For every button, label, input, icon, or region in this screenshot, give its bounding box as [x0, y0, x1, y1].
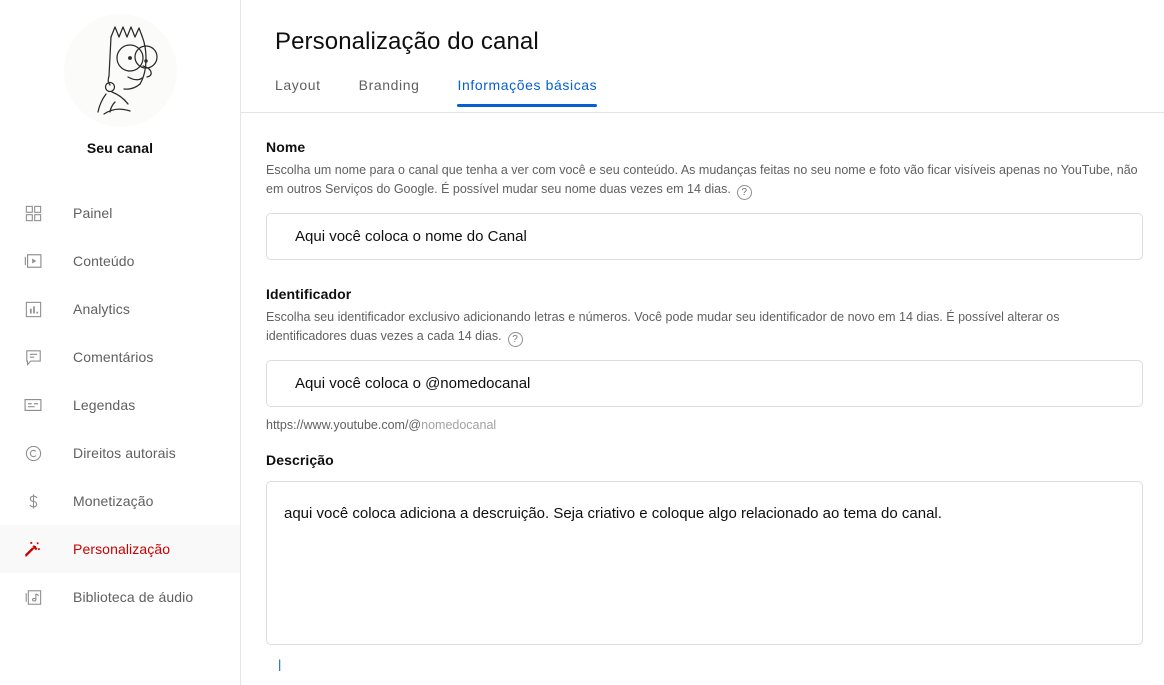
channel-summary: Seu canal [0, 0, 240, 156]
tab-branding[interactable]: Branding [359, 77, 420, 106]
channel-url-prefix: https://www.youtube.com/@ [266, 418, 422, 432]
name-description-text: Escolha um nome para o canal que tenha a… [266, 163, 1138, 196]
sidebar-item-legendas[interactable]: Legendas [0, 381, 240, 429]
sidebar-item-label: Legendas [73, 397, 136, 413]
basic-info-form: Nome Escolha um nome para o canal que te… [241, 113, 1164, 671]
sidebar-item-monetizacao[interactable]: Monetização [0, 477, 240, 525]
bart-simpson-sketch-avatar [96, 26, 158, 115]
handle-label: Identificador [266, 286, 352, 302]
description-textarea[interactable]: aqui você coloca adiciona a descruição. … [266, 481, 1143, 645]
sidebar-nav: Painel Conteúdo Analytics Comentários Le… [0, 189, 240, 621]
sidebar-item-label: Direitos autorais [73, 445, 176, 461]
handle-description-text: Escolha seu identificador exclusivo adic… [266, 310, 1060, 343]
dashboard-icon [21, 201, 45, 225]
tab-bar: Layout Branding Informações básicas [241, 77, 1164, 113]
youtube-studio-app: Seu canal Painel Conteúdo Analytics Come… [0, 0, 1164, 685]
music-note-icon [21, 585, 45, 609]
name-description: Escolha um nome para o canal que tenha a… [266, 161, 1143, 200]
tab-informacoes-basicas[interactable]: Informações básicas [457, 77, 598, 107]
avatar[interactable] [63, 14, 177, 127]
sidebar-item-label: Analytics [73, 301, 130, 317]
sidebar-item-comentarios[interactable]: Comentários [0, 333, 240, 381]
subtitles-icon [21, 393, 45, 417]
description-label: Descrição [266, 452, 334, 468]
below-fold-content: | [278, 657, 282, 671]
page-title: Personalização do canal [275, 28, 539, 55]
sidebar-item-analytics[interactable]: Analytics [0, 285, 240, 333]
video-play-icon [21, 249, 45, 273]
comment-icon [21, 345, 45, 369]
channel-name: Seu canal [86, 140, 154, 156]
handle-section: Identificador Escolha seu identificador … [266, 286, 1143, 432]
help-circle-icon[interactable]: ? [507, 332, 523, 347]
sidebar-item-painel[interactable]: Painel [0, 189, 240, 237]
sidebar: Seu canal Painel Conteúdo Analytics Come… [0, 0, 241, 685]
sidebar-item-label: Personalização [73, 541, 171, 557]
main-content: Personalização do canal Layout Branding … [241, 0, 1164, 685]
dollar-icon [21, 489, 45, 513]
sidebar-item-label: Conteúdo [73, 253, 135, 269]
sidebar-item-label: Painel [73, 205, 113, 221]
tab-layout[interactable]: Layout [275, 77, 321, 106]
sidebar-item-label: Biblioteca de áudio [73, 589, 194, 605]
sidebar-item-personalizacao[interactable]: Personalização [0, 525, 240, 573]
description-section: Descrição aqui você coloca adiciona a de… [266, 452, 1143, 645]
copyright-icon [21, 441, 45, 465]
sidebar-item-biblioteca-de-audio[interactable]: Biblioteca de áudio [0, 573, 240, 621]
bar-chart-icon [21, 297, 45, 321]
name-label: Nome [266, 139, 306, 155]
name-input[interactable]: Aqui você coloca o nome do Canal [266, 213, 1143, 260]
magic-wand-icon [21, 537, 45, 561]
channel-url-handle: nomedocanal [421, 418, 497, 432]
sidebar-item-direitos-autorais[interactable]: Direitos autorais [0, 429, 240, 477]
handle-input[interactable]: Aqui você coloca o @nomedocanal [266, 360, 1143, 407]
handle-description: Escolha seu identificador exclusivo adic… [266, 308, 1143, 347]
channel-url: https://www.youtube.com/@nomedocanal [266, 418, 1143, 432]
sidebar-item-label: Monetização [73, 493, 154, 509]
name-section: Nome Escolha um nome para o canal que te… [266, 139, 1143, 260]
help-circle-icon[interactable]: ? [736, 185, 752, 200]
sidebar-item-conteudo[interactable]: Conteúdo [0, 237, 240, 285]
sidebar-item-label: Comentários [73, 349, 154, 365]
